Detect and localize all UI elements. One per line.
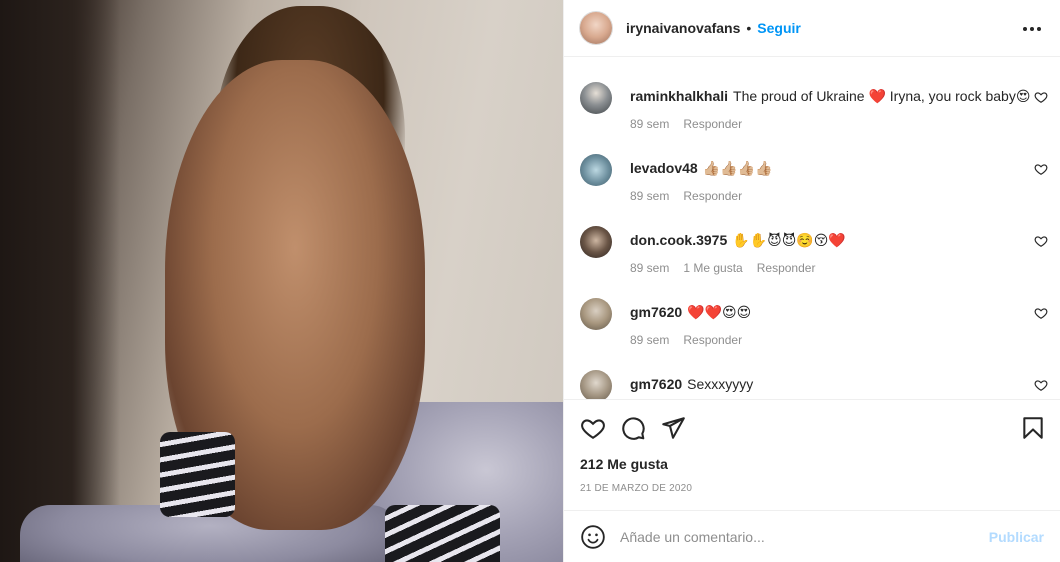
- comment-item: raminkhalkhali The proud of Ukraine ❤️ Ir…: [564, 82, 1060, 154]
- commenter-avatar[interactable]: [580, 82, 612, 114]
- bookmark-icon[interactable]: [1020, 415, 1046, 441]
- comment-likes-count[interactable]: 1 Me gusta: [683, 261, 742, 275]
- add-comment-bar: Publicar: [564, 510, 1060, 562]
- comment-text: ✋✋😈😈☺️😚❤️: [732, 232, 846, 248]
- comment-text: The proud of Ukraine ❤️ Iryna, you rock …: [733, 88, 1031, 104]
- post-date[interactable]: 21 de marzo de 2020: [580, 483, 692, 494]
- comment-text: Sexxxyyyy: [687, 376, 754, 392]
- comment-time[interactable]: 89 sem: [630, 261, 669, 275]
- author-username[interactable]: irynaivanovafans: [626, 20, 740, 36]
- commenter-avatar[interactable]: [580, 370, 612, 399]
- comment-like-heart-icon[interactable]: [1034, 90, 1048, 104]
- comment-item: gm7620 Sexxxyyyy: [564, 370, 1060, 399]
- likes-count[interactable]: 212 Me gusta: [580, 456, 668, 472]
- comment-time[interactable]: 89 sem: [630, 333, 669, 347]
- comment-time[interactable]: 89 sem: [630, 117, 669, 131]
- commenter-username[interactable]: gm7620: [630, 376, 682, 392]
- comment-like-heart-icon[interactable]: [1034, 306, 1048, 320]
- publish-button[interactable]: Publicar: [989, 529, 1044, 545]
- send-icon[interactable]: [660, 415, 686, 441]
- commenter-username[interactable]: levadov48: [630, 160, 698, 176]
- author-avatar[interactable]: [580, 12, 612, 44]
- image-striped-sock-left: [160, 432, 235, 517]
- comment-item: gm7620 ❤️❤️😍😍 89 sem Responder: [564, 298, 1060, 370]
- comment-time[interactable]: 89 sem: [630, 189, 669, 203]
- reply-button[interactable]: Responder: [683, 189, 742, 203]
- reply-button[interactable]: Responder: [683, 117, 742, 131]
- post-image[interactable]: [0, 0, 563, 562]
- image-striped-sock-right: [385, 505, 500, 562]
- comment-input[interactable]: [620, 528, 979, 545]
- follow-button[interactable]: Seguir: [757, 20, 801, 36]
- commenter-username[interactable]: don.cook.3975: [630, 232, 727, 248]
- comment-text: 👍🏼👍🏼👍🏼👍🏼: [702, 160, 773, 176]
- post-side-panel: irynaivanovafans • Seguir raminkhalkhali…: [563, 0, 1060, 562]
- emoji-icon[interactable]: [580, 524, 606, 550]
- commenter-avatar[interactable]: [580, 226, 612, 258]
- commenter-username[interactable]: gm7620: [630, 304, 682, 320]
- comment-icon[interactable]: [620, 415, 646, 441]
- reply-button[interactable]: Responder: [683, 333, 742, 347]
- more-options-icon[interactable]: [1020, 17, 1044, 41]
- comment-like-heart-icon[interactable]: [1034, 234, 1048, 248]
- post-container: irynaivanovafans • Seguir raminkhalkhali…: [0, 0, 1060, 562]
- commenter-avatar[interactable]: [580, 154, 612, 186]
- post-header: irynaivanovafans • Seguir: [564, 0, 1060, 57]
- comment-item: levadov48 👍🏼👍🏼👍🏼👍🏼 89 sem Responder: [564, 154, 1060, 226]
- comment-text: ❤️❤️😍😍: [687, 304, 752, 320]
- comment-item: don.cook.3975 ✋✋😈😈☺️😚❤️ 89 sem 1 Me gusta…: [564, 226, 1060, 298]
- reply-button[interactable]: Responder: [757, 261, 816, 275]
- comment-like-heart-icon[interactable]: [1034, 378, 1048, 392]
- commenter-avatar[interactable]: [580, 298, 612, 330]
- heart-icon[interactable]: [580, 415, 606, 441]
- header-separator: •: [746, 20, 752, 36]
- post-actions-bar: [564, 402, 1060, 452]
- comments-list[interactable]: raminkhalkhali The proud of Ukraine ❤️ Ir…: [564, 58, 1060, 400]
- commenter-username[interactable]: raminkhalkhali: [630, 88, 728, 104]
- comment-like-heart-icon[interactable]: [1034, 162, 1048, 176]
- image-shadow-region: [0, 0, 120, 562]
